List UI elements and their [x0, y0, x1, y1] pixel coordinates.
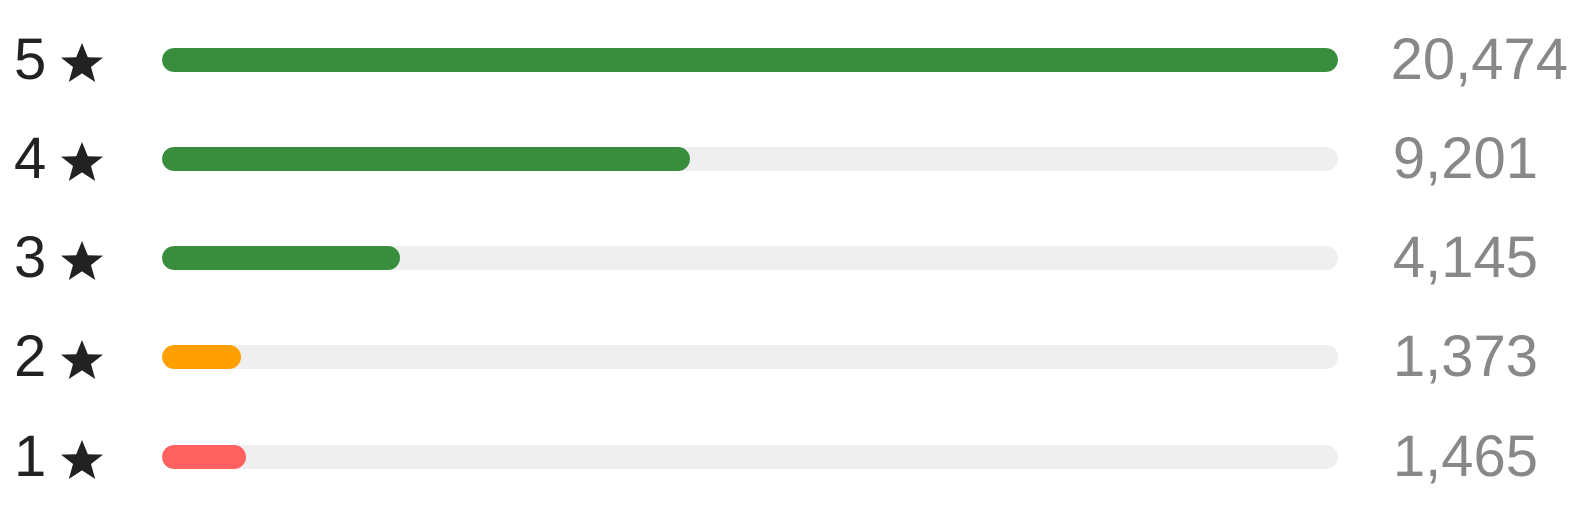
star-count-label: 5: [14, 27, 47, 92]
rating-bar-fill: [162, 147, 691, 171]
star-icon: [58, 436, 106, 484]
star-label: 4: [14, 119, 106, 199]
star-count-label: 2: [14, 324, 47, 389]
rating-count: 20,474: [1390, 27, 1568, 92]
rating-count: 9,201: [1392, 126, 1538, 191]
star-icon: [58, 138, 106, 186]
star-count-label: 4: [14, 126, 47, 191]
rating-bar-track: [162, 345, 1338, 369]
rating-count: 1,465: [1392, 424, 1538, 489]
rating-bar-track: [162, 147, 1338, 171]
star-icon: [58, 237, 106, 285]
star-icon: [58, 336, 106, 384]
rating-bar-fill: [162, 445, 247, 469]
star-count-label: 1: [14, 424, 47, 489]
rating-row-3: 3 4,145: [0, 218, 1581, 298]
rating-bar-fill: [162, 48, 1338, 72]
rating-bar-track: [162, 445, 1338, 469]
star-label: 2: [14, 317, 106, 397]
rating-bar-track: [162, 246, 1338, 270]
star-label: 3: [14, 218, 106, 298]
star-icon: [58, 39, 106, 87]
rating-distribution: 5 20,474 4 9,201 3 4,145 2 1,373 1 1,465: [0, 0, 1581, 514]
rating-row-4: 4 9,201: [0, 119, 1581, 199]
star-label: 1: [14, 417, 106, 497]
rating-count: 4,145: [1392, 225, 1538, 290]
rating-row-1: 1 1,465: [0, 417, 1581, 497]
rating-bar-fill: [162, 246, 401, 270]
star-label: 5: [14, 20, 106, 100]
rating-count: 1,373: [1392, 324, 1538, 389]
rating-bar-fill: [162, 345, 241, 369]
star-count-label: 3: [14, 225, 47, 290]
rating-row-5: 5 20,474: [0, 20, 1581, 100]
rating-bar-track: [162, 48, 1338, 72]
rating-row-2: 2 1,373: [0, 317, 1581, 397]
